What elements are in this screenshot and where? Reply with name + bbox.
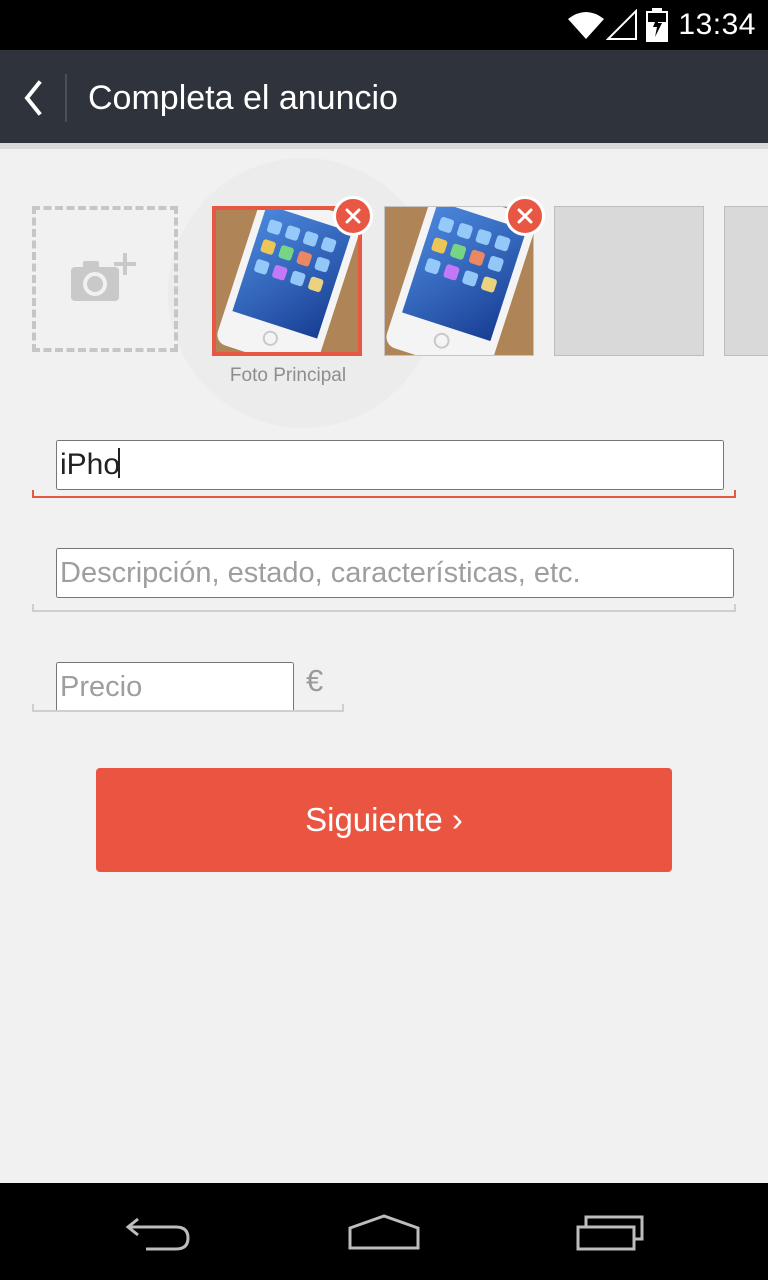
remove-photo-button[interactable] xyxy=(505,196,545,236)
wifi-icon xyxy=(568,12,605,39)
app-bar: Completa el anuncio xyxy=(0,50,768,146)
price-input-underline xyxy=(32,704,344,712)
description-input[interactable] xyxy=(56,548,734,598)
title-input-underline xyxy=(32,490,736,498)
remove-main-photo-button[interactable] xyxy=(333,196,373,236)
empty-photo-slot[interactable] xyxy=(724,206,768,356)
back-icon xyxy=(125,1217,190,1251)
appbar-divider xyxy=(65,74,67,122)
status-icons: 13:34 xyxy=(566,8,756,42)
main-photo-caption: Foto Principal xyxy=(229,365,347,386)
status-bar: 13:34 xyxy=(0,0,768,50)
status-clock: 13:34 xyxy=(678,8,756,41)
close-icon xyxy=(345,208,361,224)
page-title: Completa el anuncio xyxy=(88,79,398,117)
empty-photo-slot[interactable] xyxy=(554,206,704,356)
currency-symbol: € xyxy=(306,663,324,698)
text-cursor xyxy=(118,448,120,478)
battery-charging-icon xyxy=(646,8,669,42)
chevron-left-icon xyxy=(24,80,42,116)
price-input[interactable] xyxy=(56,662,294,712)
navigation-bar xyxy=(0,1183,768,1280)
close-icon xyxy=(517,208,533,224)
next-button[interactable]: Siguiente › xyxy=(96,768,672,872)
back-button[interactable] xyxy=(12,68,54,128)
home-icon xyxy=(348,1214,420,1250)
add-photo-button[interactable] xyxy=(32,206,178,352)
nav-home-button[interactable] xyxy=(339,1207,429,1257)
appbar-shadow xyxy=(0,143,768,149)
signal-icon xyxy=(606,9,638,40)
camera-plus-icon xyxy=(71,253,136,301)
nav-back-button[interactable] xyxy=(114,1207,204,1257)
description-input-underline xyxy=(32,604,736,612)
phone-photo xyxy=(216,210,358,352)
nav-recents-button[interactable] xyxy=(565,1207,655,1257)
title-input[interactable] xyxy=(56,440,724,490)
recents-icon xyxy=(576,1215,644,1251)
